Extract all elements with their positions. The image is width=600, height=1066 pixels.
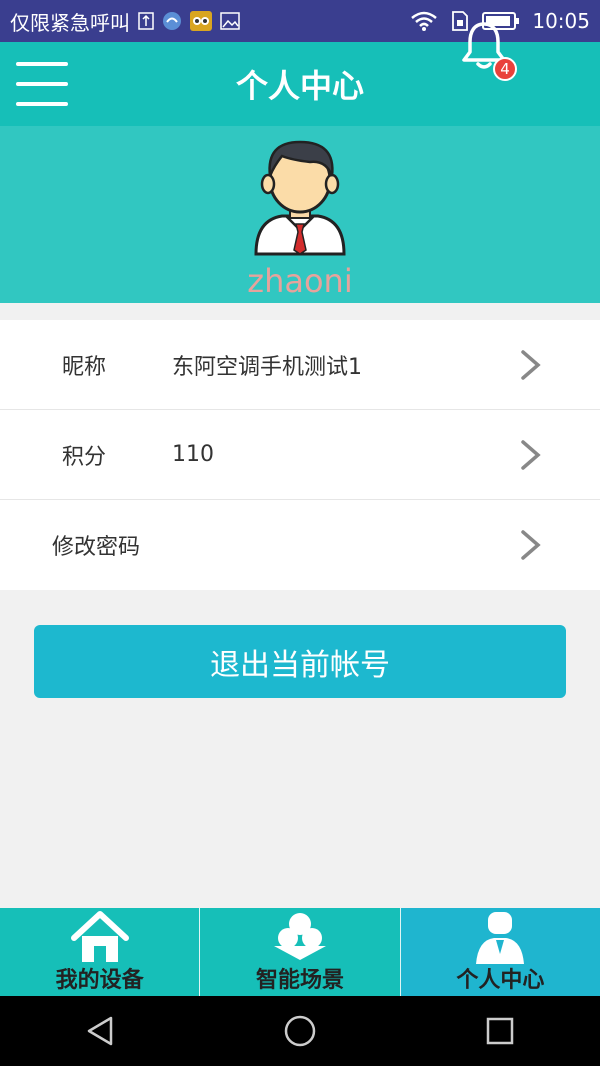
app-notification-icon [162,11,182,31]
tab-my-devices[interactable]: 我的设备 [0,908,201,996]
home-button-icon[interactable] [280,1011,320,1051]
avatar[interactable] [252,138,348,256]
profile-info-list: 昵称 东阿空调手机测试1 积分 110 修改密码 [0,320,600,590]
back-icon[interactable] [80,1011,120,1051]
page-title: 个人中心 [235,67,364,105]
nickname-row[interactable]: 昵称 东阿空调手机测试1 [0,320,600,410]
status-left: 仅限紧急呼叫 [10,7,240,36]
bottom-tab-bar: 我的设备 智能场景 个人中心 [0,908,600,996]
person-icon [476,912,525,964]
points-row[interactable]: 积分 110 [0,410,600,500]
nickname-label: 昵称 [62,354,107,380]
points-label: 积分 [62,444,107,470]
change-password-row[interactable]: 修改密码 [0,500,600,590]
tab-personal-center[interactable]: 个人中心 [400,908,600,996]
system-navigation-bar [0,996,600,1066]
profile-section: zhaoni [0,126,600,303]
scene-icon [273,913,326,960]
upload-notification-icon [138,12,154,30]
nickname-value: 东阿空调手机测试1 [172,354,362,380]
wifi-icon [410,11,438,31]
clock-time: 10:05 [532,9,590,33]
recent-apps-icon[interactable] [480,1011,520,1051]
chevron-right-icon [521,350,541,380]
chevron-right-icon [521,440,541,470]
carrier-text: 仅限紧急呼叫 [10,10,130,35]
image-notification-icon [220,12,240,30]
home-icon [70,911,129,962]
logout-button[interactable]: 退出当前帐号 [34,625,566,698]
owl-app-icon [190,11,212,31]
points-value: 110 [172,442,214,467]
tab-label: 个人中心 [456,968,545,993]
chevron-right-icon [521,530,541,560]
username: zhaoni [247,262,353,300]
change-password-label: 修改密码 [52,535,141,560]
tab-label: 智能场景 [255,968,344,993]
notification-badge: 4 [493,57,517,81]
menu-icon[interactable] [16,62,68,106]
tab-label: 我的设备 [55,968,144,993]
tab-smart-scenes[interactable]: 智能场景 [200,908,401,996]
